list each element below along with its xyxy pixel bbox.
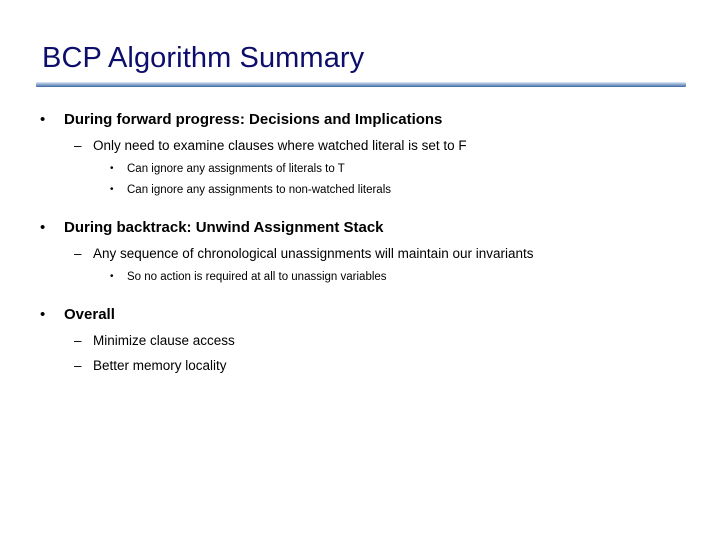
bullet-level2-text: Only need to examine clauses where watch… [93, 138, 467, 153]
bullet-dash-icon: – [74, 246, 82, 261]
bullet-level1: • Overall [0, 303, 720, 329]
bullet-level3: • Can ignore any assignments of literals… [0, 159, 720, 180]
bullet-level1-text: Overall [64, 306, 115, 323]
bullet-dot-icon: • [40, 219, 46, 236]
bullet-level2: – Only need to examine clauses where wat… [0, 134, 720, 159]
title-block: BCP Algorithm Summary [42, 40, 688, 76]
bullet-dash-icon: – [74, 358, 82, 373]
bullet-level3: • So no action is required at all to una… [0, 267, 720, 288]
bullet-level2-text: Any sequence of chronological unassignme… [93, 246, 534, 261]
slide-body: • During forward progress: Decisions and… [0, 108, 720, 379]
bullet-level1: • During forward progress: Decisions and… [0, 108, 720, 134]
bullet-level3: • Can ignore any assignments to non-watc… [0, 180, 720, 201]
bullet-level2: – Any sequence of chronological unassign… [0, 242, 720, 267]
bullet-small-dot-icon: • [110, 271, 114, 282]
bullet-level3-text: Can ignore any assignments of literals t… [127, 163, 345, 175]
bullet-level2-text: Minimize clause access [93, 333, 235, 348]
slide: BCP Algorithm Summary • During forward p… [0, 0, 720, 540]
bullet-level1-text: During forward progress: Decisions and I… [64, 111, 443, 128]
bullet-dot-icon: • [40, 111, 46, 128]
bullet-small-dot-icon: • [110, 184, 114, 195]
bullet-level2: – Minimize clause access [0, 329, 720, 354]
bullet-small-dot-icon: • [110, 163, 114, 174]
bullet-level3-text: So no action is required at all to unass… [127, 271, 387, 283]
page-title: BCP Algorithm Summary [42, 42, 365, 74]
title-divider [36, 82, 686, 87]
bullet-level2: – Better memory locality [0, 354, 720, 379]
bullet-dash-icon: – [74, 138, 82, 153]
bullet-level1: • During backtrack: Unwind Assignment St… [0, 216, 720, 242]
bullet-level2-text: Better memory locality [93, 358, 227, 373]
bullet-level3-text: Can ignore any assignments to non-watche… [127, 184, 392, 196]
bullet-dot-icon: • [40, 306, 46, 323]
bullet-level1-text: During backtrack: Unwind Assignment Stac… [64, 219, 384, 236]
bullet-dash-icon: – [74, 333, 82, 348]
